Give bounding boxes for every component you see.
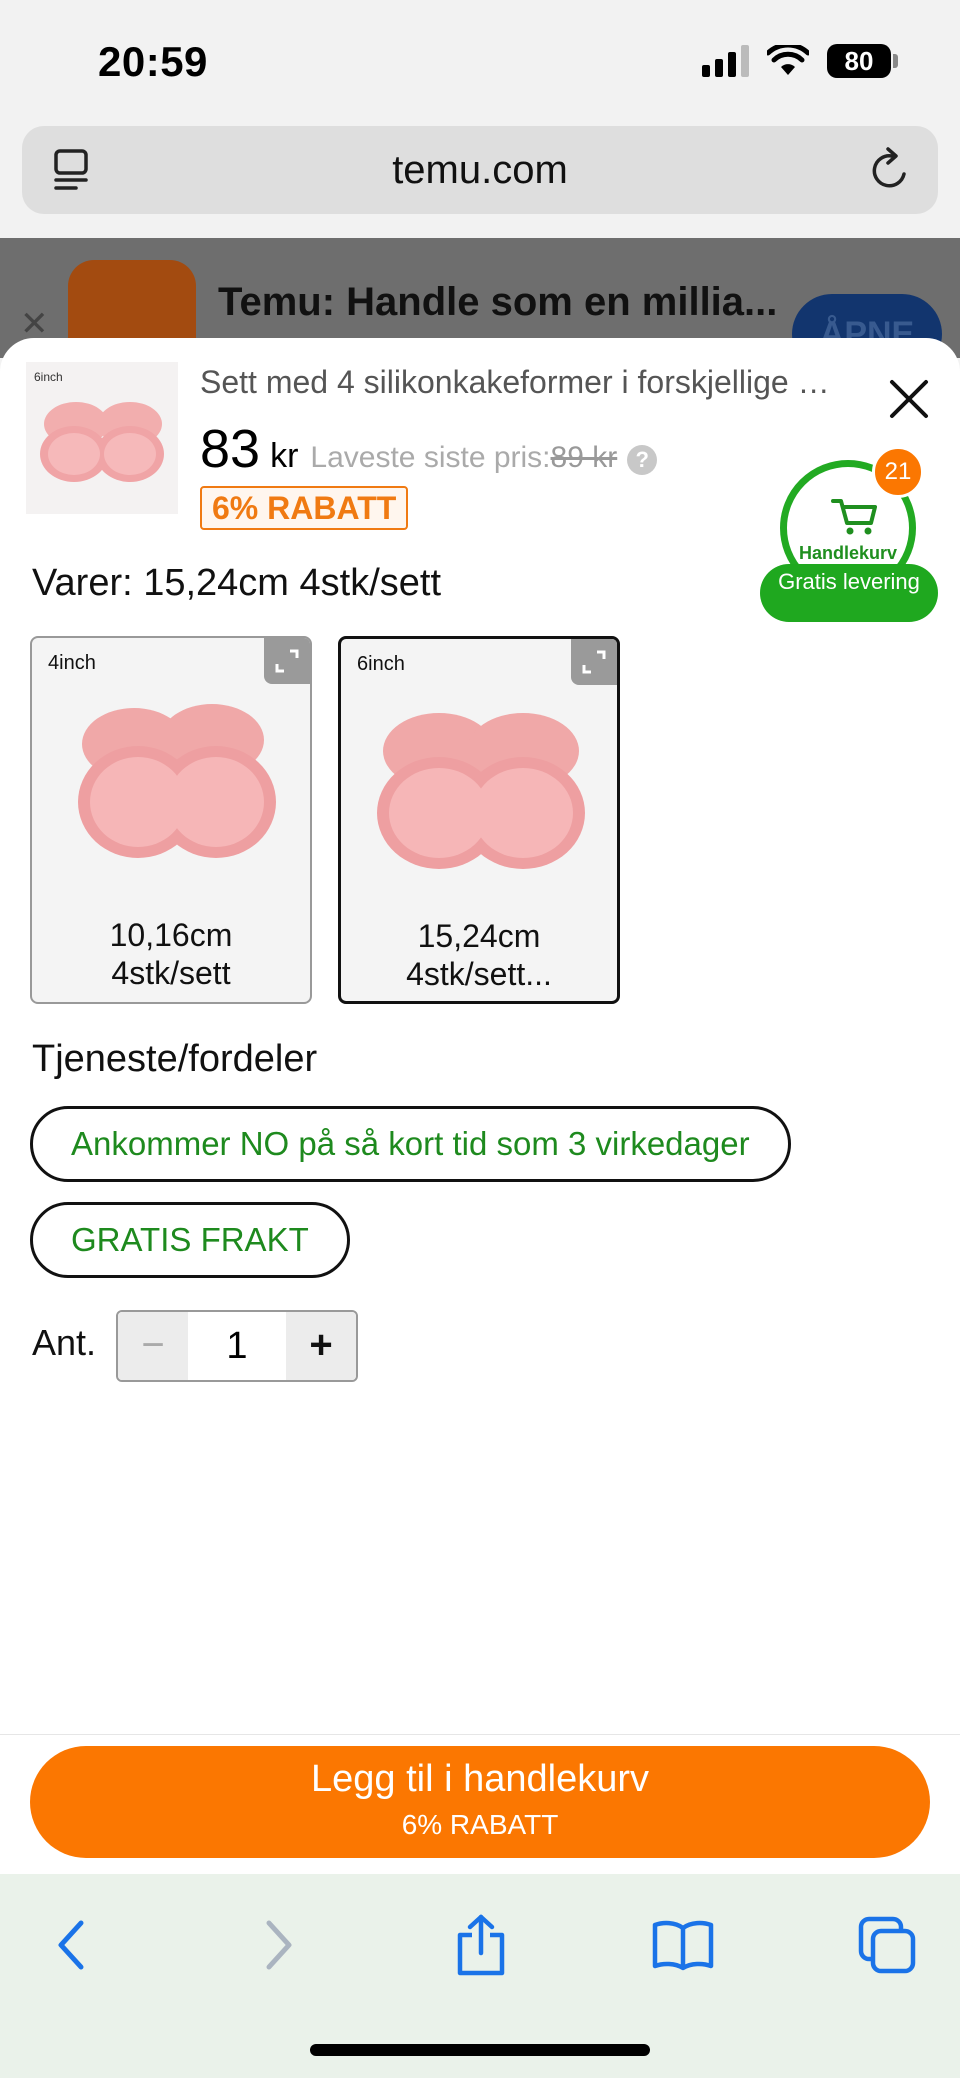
variant-caption-line2: 4stk/sett... (406, 956, 552, 992)
variant-tag: 4inch (48, 652, 96, 674)
expand-icon[interactable] (571, 639, 617, 685)
cart-widget[interactable]: Handlekurv 21 Gratis levering (760, 446, 940, 624)
cart-count-badge: 21 (872, 446, 924, 498)
url-text[interactable]: temu.com (22, 148, 938, 193)
free-shipping-pill: GRATIS FRAKT (30, 1202, 350, 1278)
browser-toolbar (0, 1874, 960, 2078)
back-icon[interactable] (36, 1910, 106, 1980)
banner-title: Temu: Handle som en millia... (218, 280, 778, 324)
quantity-decrease-button[interactable]: − (118, 1312, 188, 1380)
variant-tag: 6inch (357, 653, 405, 675)
product-title: Sett med 4 silikonkakeformer i forskjell… (200, 364, 840, 400)
help-icon[interactable]: ? (627, 445, 658, 475)
price-currency: kr (270, 437, 299, 475)
add-to-cart-button[interactable]: Legg til i handlekurv 6% RABATT (30, 1746, 930, 1858)
address-bar[interactable]: temu.com (22, 126, 938, 214)
variant-caption-line2: 4stk/sett (111, 955, 231, 991)
status-time: 20:59 (98, 38, 208, 85)
add-to-cart-label: Legg til i handlekurv (311, 1758, 649, 1800)
price-value: 83 (200, 419, 261, 479)
quantity-label: Ant. (32, 1322, 97, 1363)
forward-icon[interactable] (244, 1910, 314, 1980)
variant-caption: 15,24cm 4stk/sett... (341, 917, 617, 993)
wifi-icon (767, 45, 809, 75)
battery-icon: 80 (827, 44, 898, 78)
reload-icon[interactable] (868, 146, 912, 194)
battery-level: 80 (827, 44, 891, 78)
signal-icon (702, 45, 749, 77)
variant-caption-line1: 15,24cm (417, 918, 541, 954)
free-delivery-badge: Gratis levering (760, 564, 938, 622)
thumbnail-tag: 6inch (34, 370, 63, 384)
variant-image (78, 704, 276, 858)
status-icons: 80 (702, 44, 898, 78)
status-bar: 20:59 80 (0, 0, 960, 120)
product-thumbnail: 6inch (26, 362, 178, 514)
close-icon[interactable] (884, 374, 934, 424)
lowest-price-label: Laveste siste pris: (310, 441, 551, 474)
price-row: 83 kr Laveste siste pris: 89 kr ? (200, 418, 658, 480)
variant-heading: Varer: 15,24cm 4stk/sett (32, 562, 442, 604)
divider (0, 1734, 960, 1735)
home-indicator (310, 2044, 650, 2056)
quantity-value[interactable]: 1 (188, 1312, 286, 1380)
share-icon[interactable] (446, 1910, 516, 1980)
variant-caption: 10,16cm 4stk/sett (32, 916, 310, 992)
tabs-icon[interactable] (852, 1910, 922, 1980)
lowest-price-value: 89 kr (550, 441, 618, 474)
service-heading: Tjeneste/fordeler (32, 1038, 318, 1080)
bookmarks-icon[interactable] (648, 1910, 718, 1980)
quantity-increase-button[interactable]: + (286, 1312, 356, 1380)
cart-icon (831, 499, 877, 535)
discount-badge: 6% RABATT (200, 486, 409, 530)
variant-caption-line1: 10,16cm (109, 917, 233, 953)
cart-label: Handlekurv (798, 543, 898, 563)
variant-image (377, 713, 585, 869)
expand-icon[interactable] (264, 638, 310, 684)
delivery-time-pill: Ankommer NO på så kort tid som 3 virkeda… (30, 1106, 791, 1182)
add-to-cart-discount: 6% RABATT (401, 1809, 559, 1840)
variant-option-6inch[interactable]: 6inch 15,24cm 4stk/sett... (338, 636, 620, 1004)
quantity-stepper: − 1 + (116, 1310, 358, 1382)
variant-option-4inch[interactable]: 4inch 10,16cm 4stk/sett (30, 636, 312, 1004)
